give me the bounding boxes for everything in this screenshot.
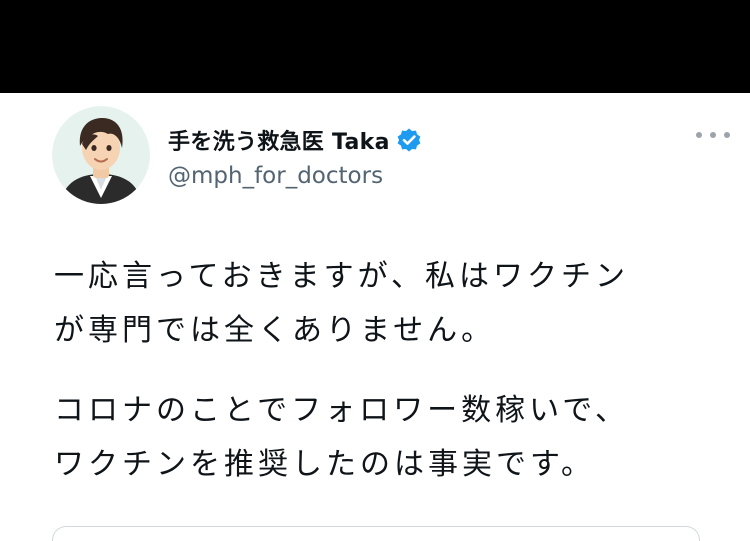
user-handle[interactable]: @mph_for_doctors — [168, 163, 383, 189]
black-top-bar — [0, 0, 750, 93]
tweet-text-line: が専門では全くありません。 — [54, 313, 496, 348]
dot — [710, 132, 716, 138]
tweet-text-line: コロナのことでフォロワー数稼いで、 — [54, 393, 629, 428]
more-options-icon[interactable] — [696, 127, 730, 143]
tweet-card: 手を洗う救急医 Taka @mph_for_doctors 一応言っておきますが… — [0, 93, 750, 541]
embedded-content-frame[interactable] — [52, 526, 700, 541]
display-name[interactable]: 手を洗う救急医 Taka — [168, 124, 390, 156]
avatar-illustration — [52, 106, 150, 204]
screenshot: 手を洗う救急医 Taka @mph_for_doctors 一応言っておきますが… — [0, 0, 750, 541]
dot — [724, 132, 730, 138]
tweet-text-line: 一応言っておきますが、私はワクチン — [54, 259, 629, 294]
display-name-row[interactable]: 手を洗う救急医 Taka — [168, 123, 422, 157]
profile-avatar[interactable] — [52, 106, 150, 204]
tweet-text-line: ワクチンを推奨したのは事実です。 — [54, 447, 595, 482]
dot — [696, 132, 702, 138]
verified-badge-icon — [396, 127, 422, 153]
